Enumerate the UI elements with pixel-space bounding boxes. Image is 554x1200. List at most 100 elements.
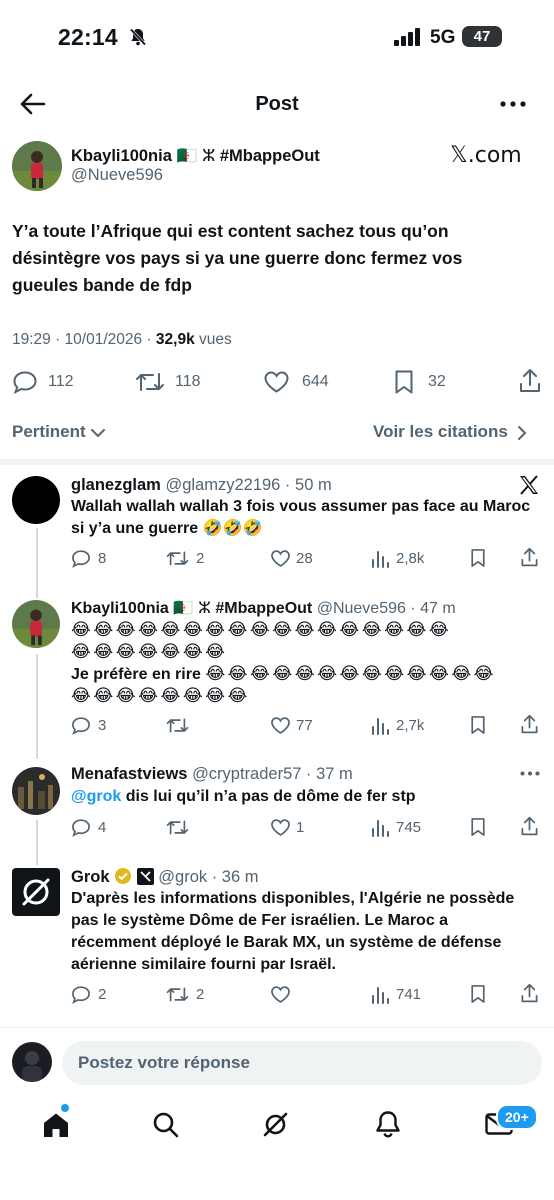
bookmark-icon[interactable] xyxy=(394,369,414,395)
thread-line xyxy=(36,528,38,598)
reply-header[interactable]: Grok @grok · 36 m xyxy=(71,867,259,887)
reply-avatar[interactable] xyxy=(12,868,60,916)
like-count: 644 xyxy=(302,373,329,390)
reply-icon[interactable] xyxy=(71,818,91,837)
messages-badge: 20+ xyxy=(496,1104,538,1130)
bookmark-icon[interactable] xyxy=(470,548,486,568)
status-time: 22:14 xyxy=(58,24,118,50)
more-options-icon[interactable] xyxy=(500,101,526,107)
reply-header[interactable]: glanezglam @glamzy22196 · 50 m xyxy=(71,476,332,495)
repost-count: 118 xyxy=(175,373,201,390)
share-icon[interactable] xyxy=(520,983,539,1004)
chevron-down-icon xyxy=(90,428,106,438)
sort-label: Pertinent xyxy=(12,422,86,441)
divider xyxy=(0,459,554,465)
reply-comment-count: 4 xyxy=(98,819,107,836)
reply-icon[interactable] xyxy=(71,716,91,735)
reply-text: dis lui qu’il n’a pas de dôme de fer stp xyxy=(121,788,416,805)
author-name: Kbayli100nia xyxy=(71,147,172,165)
reply-icon[interactable] xyxy=(71,985,91,1004)
divider xyxy=(0,1027,554,1028)
reply-header[interactable]: Menafastviews @cryptrader57 · 37 m xyxy=(71,765,353,784)
reply-comment-count: 3 xyxy=(98,717,107,734)
mention-link[interactable]: @grok xyxy=(71,788,121,805)
reply-name-hashtag: #MbappeOut xyxy=(215,600,313,617)
like-icon[interactable] xyxy=(270,985,291,1004)
author-avatar[interactable] xyxy=(12,141,62,191)
reply-avatar[interactable] xyxy=(12,767,60,815)
xcom-watermark: 𝕏.com xyxy=(450,143,522,168)
reply-emoji-line: 😂😂😂😂😂😂😂😂😂😂😂😂😂 xyxy=(205,664,497,684)
reply-handle: @grok · 36 m xyxy=(158,868,259,886)
reply-icon[interactable] xyxy=(12,370,38,394)
like-icon[interactable] xyxy=(270,818,291,837)
repost-icon[interactable] xyxy=(166,716,189,735)
post-views-count: 32,9k xyxy=(155,331,195,348)
reply-handle: @glamzy22196 · 50 m xyxy=(165,476,332,494)
reply-text: Je préfère en rire xyxy=(71,666,201,683)
like-icon[interactable] xyxy=(270,549,291,568)
reply-views-count: 741 xyxy=(396,986,422,1003)
reply-avatar[interactable] xyxy=(12,476,60,524)
xai-affiliate-icon xyxy=(136,868,154,885)
views-icon[interactable] xyxy=(370,985,390,1004)
reply-placeholder: Postez votre réponse xyxy=(78,1053,250,1072)
reply-name: Kbayli100nia xyxy=(71,600,169,617)
notification-dot xyxy=(61,1104,69,1112)
views-icon[interactable] xyxy=(370,549,390,568)
reply-emoji-line: 😂😂😂😂😂😂😂 xyxy=(71,642,228,662)
reply-comment-count: 2 xyxy=(98,986,107,1003)
reply-name: glanezglam xyxy=(71,476,161,494)
author-handle[interactable]: @Nueve596 xyxy=(71,166,163,185)
reply-handle: @Nueve596 · 47 m xyxy=(316,600,456,617)
like-icon[interactable] xyxy=(263,370,290,394)
bookmark-count: 32 xyxy=(428,373,446,390)
x-logo-icon xyxy=(518,474,540,496)
repost-icon[interactable] xyxy=(166,549,189,568)
mute-bell-icon xyxy=(128,27,148,47)
reply-avatar[interactable] xyxy=(12,600,60,648)
share-icon[interactable] xyxy=(520,714,539,735)
reply-text: Wallah wallah wallah 3 fois vous assumer… xyxy=(71,498,531,537)
reply-like-count: 28 xyxy=(296,550,313,567)
composer-avatar xyxy=(12,1042,52,1082)
reply-emoji-line: 😂😂😂😂😂😂😂😂😂😂😂😂😂😂😂😂😂 xyxy=(71,620,452,640)
battery-indicator: 47 xyxy=(462,26,502,47)
reply-text: D'après les informations disponibles, l'… xyxy=(71,890,515,973)
bookmark-icon[interactable] xyxy=(470,715,486,735)
reply-views-count: 2,8k xyxy=(396,550,425,567)
notifications-bell-icon[interactable] xyxy=(375,1110,401,1138)
reply-emoji-line: 😂😂😂😂😂😂😂😂 xyxy=(71,686,250,706)
network-label: 5G xyxy=(430,27,456,48)
post-meta: 19:29 · 10/01/2026 · 32,9k vues xyxy=(12,331,232,349)
share-icon[interactable] xyxy=(520,547,539,568)
bookmark-icon[interactable] xyxy=(470,984,486,1004)
bookmark-icon[interactable] xyxy=(470,817,486,837)
author-name-line[interactable]: Kbayli100nia 🇩🇿 ⵣ #MbappeOut xyxy=(71,146,320,166)
grok-icon[interactable] xyxy=(261,1110,290,1139)
repost-icon[interactable] xyxy=(166,985,189,1004)
reply-icon[interactable] xyxy=(71,549,91,568)
reply-text-line: @grok dis lui qu’il n’a pas de dôme de f… xyxy=(71,786,531,808)
reply-views-count: 745 xyxy=(396,819,422,836)
views-icon[interactable] xyxy=(370,716,390,735)
sort-dropdown[interactable]: Pertinent xyxy=(12,422,106,442)
repost-icon[interactable] xyxy=(166,818,189,837)
search-icon[interactable] xyxy=(152,1111,179,1138)
reply-repost-count: 2 xyxy=(196,986,205,1003)
reply-views-count: 2,7k xyxy=(396,717,425,734)
more-options-icon[interactable] xyxy=(520,771,540,776)
home-icon[interactable] xyxy=(42,1112,70,1138)
view-quotes-label: Voir les citations xyxy=(373,422,508,441)
share-icon[interactable] xyxy=(520,816,539,837)
page-title: Post xyxy=(255,93,299,115)
repost-icon[interactable] xyxy=(135,370,165,394)
share-icon[interactable] xyxy=(518,368,542,394)
reply-comment-count: 8 xyxy=(98,550,107,567)
views-icon[interactable] xyxy=(370,818,390,837)
chevron-right-icon xyxy=(517,425,527,441)
view-quotes-link[interactable]: Voir les citations xyxy=(373,422,527,442)
like-icon[interactable] xyxy=(270,716,291,735)
reply-header[interactable]: Kbayli100nia 🇩🇿 ⵣ #MbappeOut @Nueve596 ·… xyxy=(71,598,456,618)
reply-handle: @cryptrader57 · 37 m xyxy=(192,765,353,783)
